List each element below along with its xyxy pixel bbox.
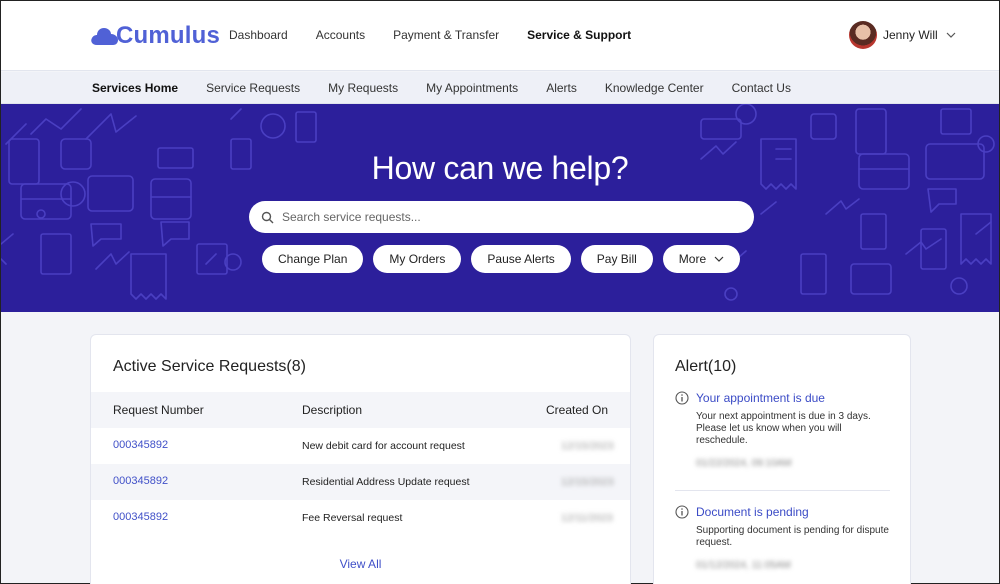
request-number-link[interactable]: 000345892 [113,511,168,523]
alert-body: Supporting document is pending for dispu… [696,525,889,548]
more-dropdown[interactable]: More [662,245,741,273]
user-menu[interactable]: Jenny Will [849,21,956,49]
more-label: More [678,252,707,266]
subnav-service-requests[interactable]: Service Requests [206,81,300,95]
nav-accounts[interactable]: Accounts [316,28,365,42]
request-description: New debit card for account request [302,440,465,452]
main-nav: Dashboard Accounts Payment & Transfer Se… [229,28,659,42]
sub-nav: Services Home Service Requests My Reques… [1,72,999,104]
column-request-number: Request Number [113,403,204,417]
divider [675,490,890,491]
nav-dashboard[interactable]: Dashboard [229,28,288,42]
pause-alerts-button[interactable]: Pause Alerts [471,245,571,273]
nav-service-support[interactable]: Service & Support [527,28,631,42]
subnav-contact-us[interactable]: Contact Us [732,81,791,95]
alert-item: Document is pending Supporting document … [675,505,895,571]
hero-banner: How can we help? Change Plan My Orders P… [1,104,999,312]
table-row: 000345892 Residential Address Update req… [91,464,630,500]
alert-body: Your next appointment is due in 3 days. … [696,411,871,446]
table-row: 000345892 Fee Reversal request 12/11/202… [91,500,630,536]
hero-title: How can we help? [371,150,629,186]
change-plan-button[interactable]: Change Plan [262,245,364,273]
alerts-title: Alert(10) [675,358,737,375]
request-date: 12/15/2023 [561,476,614,488]
cumulus-logo[interactable]: Cumulus [90,22,220,50]
request-description: Residential Address Update request [302,476,470,488]
alerts-card: Alert(10) Your appointment is due Your n… [653,334,911,584]
quick-actions: Change Plan My Orders Pause Alerts Pay B… [262,245,741,273]
pay-bill-button[interactable]: Pay Bill [580,245,653,273]
top-header: Cumulus Dashboard Accounts Payment & Tra… [1,1,999,71]
request-description: Fee Reversal request [302,512,403,524]
request-date: 12/15/2023 [561,440,614,452]
view-all-link[interactable]: View All [91,557,630,571]
alert-timestamp: 01/12/2024, 11:05AM [696,560,791,571]
search-icon [261,211,274,223]
table-row: 000345892 New debit card for account req… [91,428,630,464]
alert-timestamp: 01/22/2024, 09:10AM [696,458,792,469]
subnav-alerts[interactable]: Alerts [546,81,577,95]
my-orders-button[interactable]: My Orders [373,245,462,273]
request-date: 12/11/2023 [561,512,613,524]
requests-title: Active Service Requests(8) [113,358,306,375]
alert-item: Your appointment is due Your next appoin… [675,391,895,469]
subnav-my-requests[interactable]: My Requests [328,81,398,95]
avatar [849,21,877,49]
logo-text: Cumulus [116,22,221,49]
subnav-knowledge-center[interactable]: Knowledge Center [605,81,704,95]
column-created-on: Created On [546,403,609,417]
cloud-logo-icon [91,28,118,45]
request-number-link[interactable]: 000345892 [113,439,168,451]
nav-payment-transfer[interactable]: Payment & Transfer [393,28,499,42]
info-icon [675,391,689,405]
search-bar[interactable] [249,201,754,233]
table-header: Request Number Description Created On [91,392,630,428]
request-number-link[interactable]: 000345892 [113,475,168,487]
subnav-services-home[interactable]: Services Home [92,81,178,95]
search-input[interactable] [282,210,722,224]
chevron-down-icon [714,256,724,262]
column-description: Description [302,403,363,417]
active-requests-card: Active Service Requests(8) Request Numbe… [90,334,631,584]
alert-title-link[interactable]: Your appointment is due [696,391,825,405]
alert-title-link[interactable]: Document is pending [696,505,809,519]
info-icon [675,505,689,519]
chevron-down-icon [946,32,956,38]
subnav-my-appointments[interactable]: My Appointments [426,81,518,95]
user-name: Jenny Will [883,28,938,42]
